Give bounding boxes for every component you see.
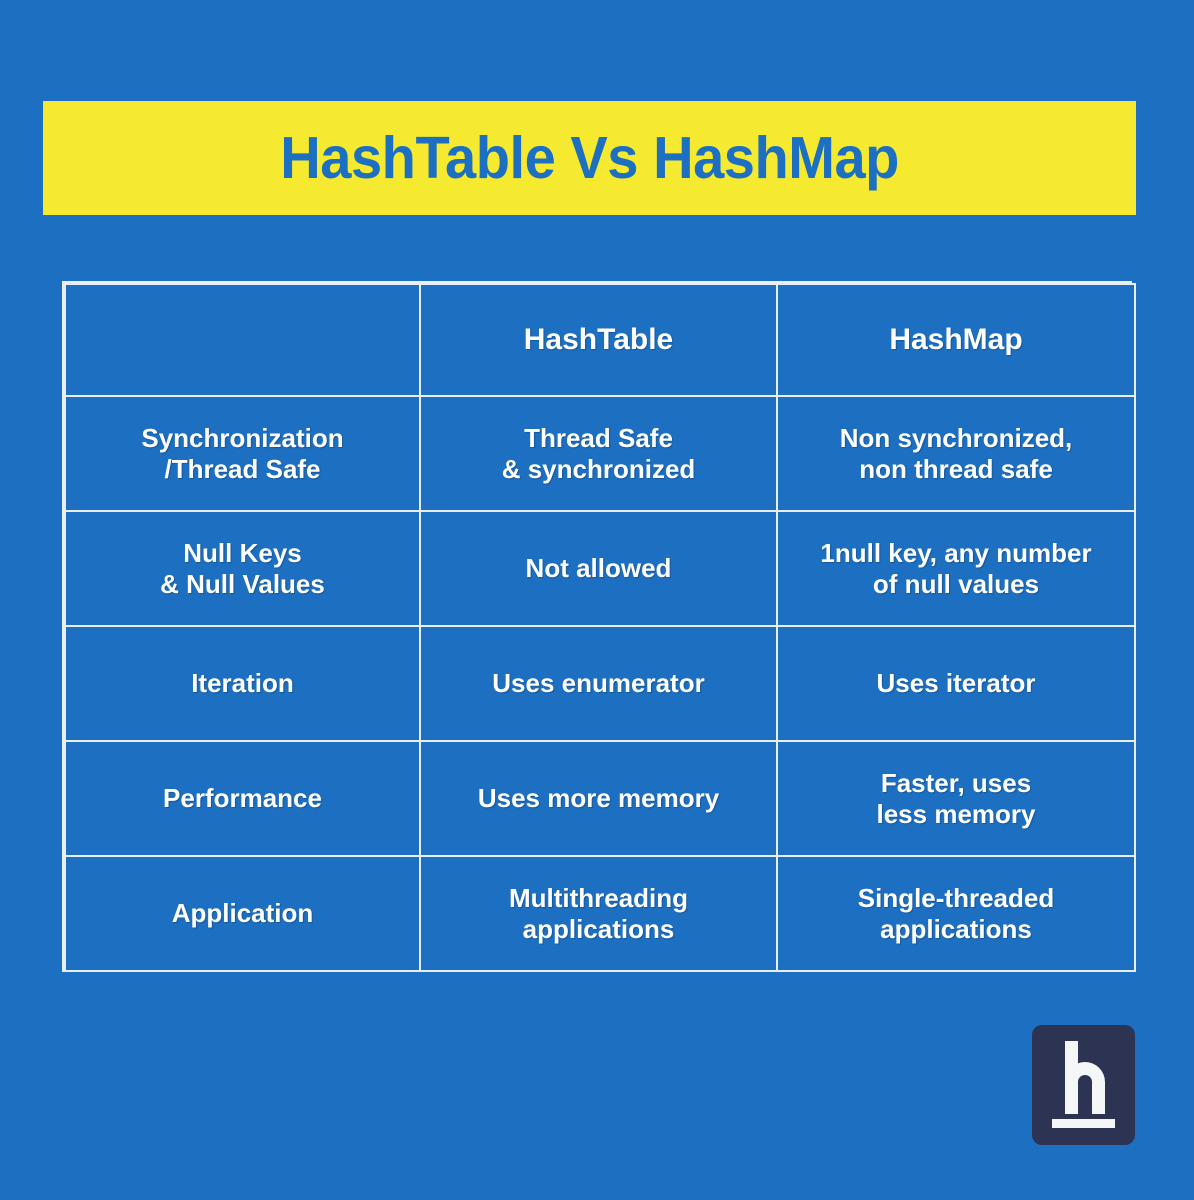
hashmap-cell-line: Single-threaded <box>857 882 1055 913</box>
feature-cell-line: Application <box>171 898 314 929</box>
hashtable-cell: Multithreading applications <box>419 855 778 972</box>
hashmap-cell-line: of null values <box>872 568 1040 599</box>
hashmap-cell: Faster, uses less memory <box>776 740 1136 857</box>
hashtable-cell: Thread Safe & synchronized <box>419 395 778 512</box>
feature-cell: Iteration <box>64 625 421 742</box>
title-banner: HashTable Vs HashMap <box>43 101 1136 215</box>
feature-cell-line: Synchronization <box>141 422 344 453</box>
hashmap-cell-line: Uses iterator <box>876 668 1036 699</box>
page-title: HashTable Vs HashMap <box>280 124 899 191</box>
hashtable-cell: Uses more memory <box>419 740 778 857</box>
logo-h-arch <box>1065 1062 1105 1114</box>
hashmap-cell: 1null key, any number of null values <box>776 510 1136 627</box>
hashmap-cell: Single-threaded applications <box>776 855 1136 972</box>
table-header-row: HashTable HashMap <box>64 283 1136 397</box>
feature-cell-line: Performance <box>163 783 322 814</box>
feature-cell-line: & Null Values <box>160 568 325 599</box>
hashtable-cell-line: & synchronized <box>501 453 696 484</box>
hashmap-cell-line: Faster, uses <box>880 767 1032 798</box>
feature-cell-line: Null Keys <box>183 537 302 568</box>
table-row: Iteration Uses enumerator Uses iterator <box>64 625 1136 742</box>
hashtable-cell-line: Uses enumerator <box>492 668 705 699</box>
hashmap-cell-line: less memory <box>876 798 1036 829</box>
hashtable-cell: Not allowed <box>419 510 778 627</box>
hashtable-cell-line: Multithreading <box>508 882 689 913</box>
hashmap-cell-line: Non synchronized, <box>839 422 1073 453</box>
feature-cell-line: /Thread Safe <box>164 453 321 484</box>
feature-cell: Null Keys & Null Values <box>64 510 421 627</box>
hashmap-cell: Non synchronized, non thread safe <box>776 395 1136 512</box>
hashtable-cell-line: applications <box>522 913 675 944</box>
table-row: Performance Uses more memory Faster, use… <box>64 740 1136 857</box>
table-row: Null Keys & Null Values Not allowed 1nul… <box>64 510 1136 627</box>
feature-cell: Synchronization /Thread Safe <box>64 395 421 512</box>
hashtable-cell: Uses enumerator <box>419 625 778 742</box>
comparison-table: HashTable HashMap Synchronization /Threa… <box>64 283 1136 972</box>
table-row: Application Multithreading applications … <box>64 855 1136 972</box>
column-header-hashmap: HashMap <box>776 283 1136 397</box>
table-body: Synchronization /Thread Safe Thread Safe… <box>64 395 1136 972</box>
table-row: Synchronization /Thread Safe Thread Safe… <box>64 395 1136 512</box>
logo-underline-bar <box>1052 1119 1115 1128</box>
hashmap-cell-line: applications <box>880 913 1032 944</box>
feature-cell: Performance <box>64 740 421 857</box>
brand-logo-icon <box>1032 1025 1135 1145</box>
hashmap-cell-line: non thread safe <box>859 453 1053 484</box>
hashmap-cell: Uses iterator <box>776 625 1136 742</box>
comparison-table-container: HashTable HashMap Synchronization /Threa… <box>62 281 1136 972</box>
column-header-hashtable: HashTable <box>419 283 778 397</box>
feature-cell: Application <box>64 855 421 972</box>
hashtable-cell-line: Uses more memory <box>477 783 720 814</box>
hashmap-cell-line: 1null key, any number <box>820 537 1092 568</box>
hashtable-cell-line: Thread Safe <box>524 422 673 453</box>
hashtable-cell-line: Not allowed <box>525 553 672 584</box>
column-header-feature <box>64 283 421 397</box>
feature-cell-line: Iteration <box>191 668 294 699</box>
